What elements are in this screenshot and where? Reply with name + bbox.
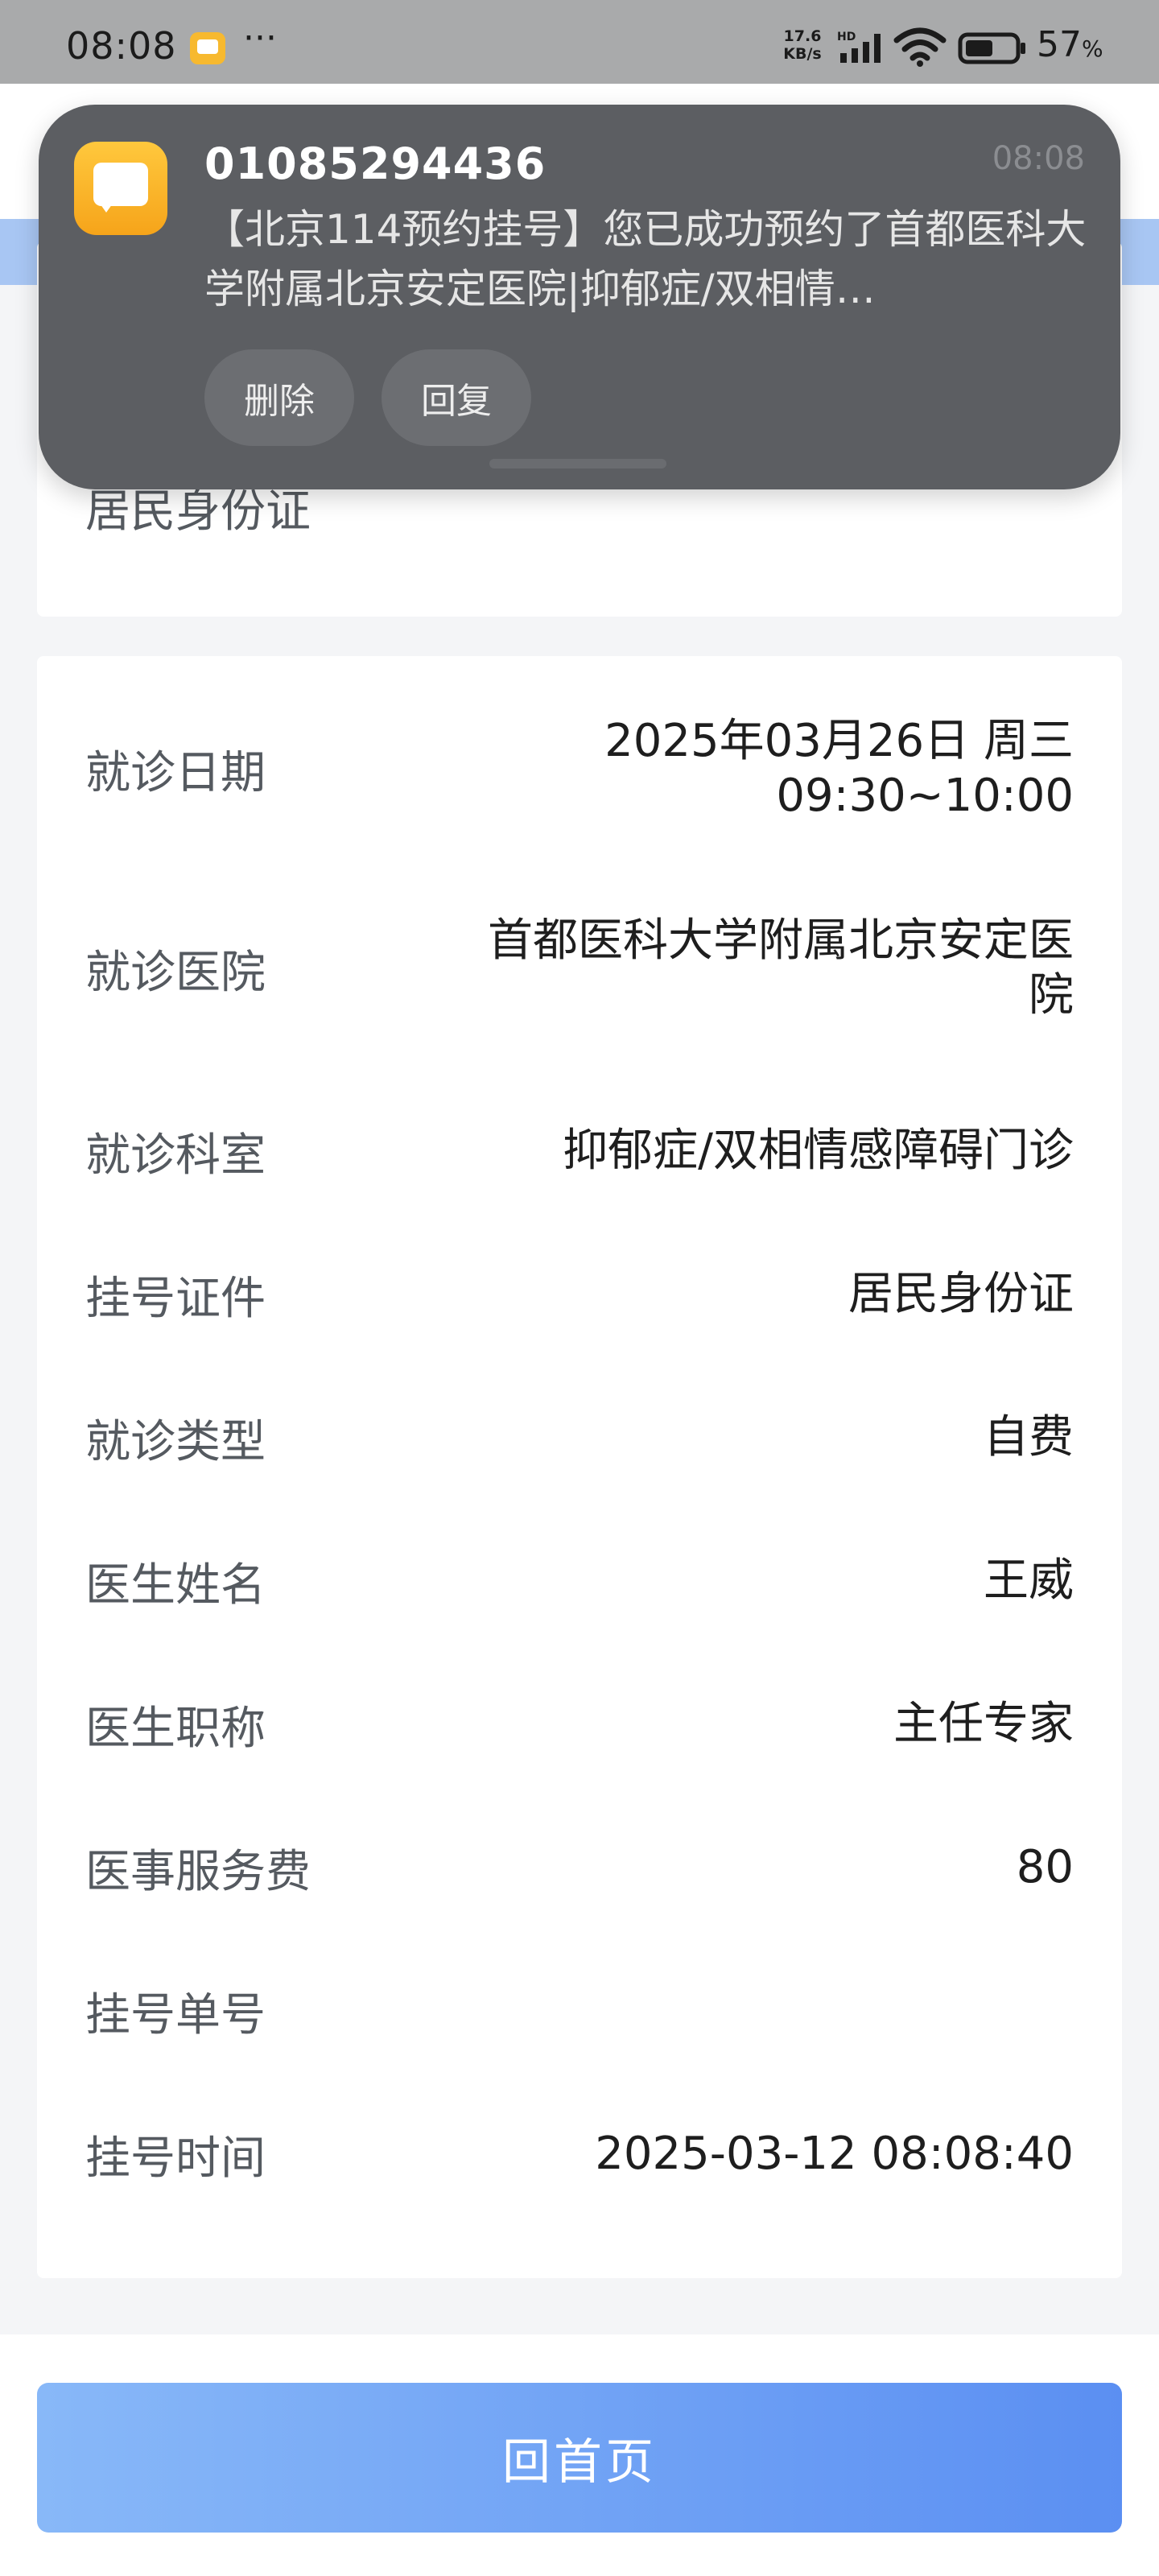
messages-app-icon xyxy=(74,142,167,235)
hospital-value: 首都医科大学附属北京安定医院 xyxy=(488,914,1074,1022)
appointment-details-card: 就诊日期 2025年03月26日 周三 09:30~10:00 就诊医院 首都医… xyxy=(37,656,1122,2278)
order-number-label: 挂号单号 xyxy=(85,1988,266,2041)
detail-row-order-number: 挂号单号 xyxy=(85,1975,1074,2047)
notification-sender: 01085294436 xyxy=(204,138,547,189)
battery-percent-sign: % xyxy=(1082,35,1103,62)
department-value: 抑郁症/双相情感障碍门诊 xyxy=(563,1125,1074,1177)
detail-row-visit-date: 就诊日期 2025年03月26日 周三 09:30~10:00 xyxy=(85,714,1074,824)
id-row: 居民身份证 xyxy=(85,483,1074,538)
notification-time: 08:08 xyxy=(992,140,1085,177)
doctor-title-value: 主任专家 xyxy=(893,1698,1074,1750)
battery-percent: 57% xyxy=(1037,24,1103,65)
network-tag: HD xyxy=(837,31,856,43)
back-to-home-button[interactable]: 回首页 xyxy=(37,2383,1122,2533)
service-fee-label: 医事服务费 xyxy=(85,1845,311,1898)
network-speed-unit: KB/s xyxy=(783,45,822,63)
status-time: 08:08 xyxy=(66,24,177,68)
notification-reply-button[interactable]: 回复 xyxy=(382,349,531,446)
status-bar: 08:08 ··· 17.6 KB/s HD 57% xyxy=(0,0,1159,84)
wifi-icon xyxy=(893,27,947,67)
detail-row-visit-type: 就诊类型 自费 xyxy=(85,1402,1074,1474)
battery-percent-value: 57 xyxy=(1037,24,1082,65)
more-notifications-icon: ··· xyxy=(243,18,277,59)
appointment-detail-page: 08:08 ··· 17.6 KB/s HD 57% ‹ xyxy=(0,0,1159,2576)
detail-row-service-fee: 医事服务费 80 xyxy=(85,1831,1074,1904)
network-speed: 17.6 KB/s xyxy=(774,27,831,63)
id-document-label: 挂号证件 xyxy=(85,1272,266,1325)
doctor-name-value: 王威 xyxy=(984,1554,1074,1607)
battery-icon xyxy=(958,32,1025,64)
visit-type-label: 就诊类型 xyxy=(85,1415,266,1468)
visit-type-value: 自费 xyxy=(984,1411,1074,1463)
notification-drag-handle[interactable] xyxy=(489,459,666,469)
doctor-name-label: 医生姓名 xyxy=(85,1558,266,1612)
network-speed-value: 17.6 xyxy=(783,27,822,45)
detail-row-department: 就诊科室 抑郁症/双相情感障碍门诊 xyxy=(85,1115,1074,1187)
visit-date-value: 2025年03月26日 周三 09:30~10:00 xyxy=(604,715,1074,822)
service-fee-value: 80 xyxy=(1016,1841,1074,1893)
signal-icon: HD xyxy=(837,31,881,63)
detail-row-booking-time: 挂号时间 2025-03-12 08:08:40 xyxy=(85,2118,1074,2190)
detail-row-doctor-name: 医生姓名 王威 xyxy=(85,1545,1074,1617)
detail-row-doctor-title: 医生职称 主任专家 xyxy=(85,1688,1074,1761)
battery-level-fill xyxy=(966,40,992,56)
booking-time-label: 挂号时间 xyxy=(85,2132,266,2185)
booking-time-value: 2025-03-12 08:08:40 xyxy=(595,2128,1074,2180)
doctor-title-label: 医生职称 xyxy=(85,1702,266,1755)
message-notification-icon xyxy=(190,32,225,64)
id-document-value: 居民身份证 xyxy=(848,1268,1074,1320)
sms-notification-banner[interactable]: 01085294436 08:08 【北京114预约挂号】您已成功预约了首都医科… xyxy=(39,105,1120,489)
detail-row-hospital: 就诊医院 首都医科大学附属北京安定医院 xyxy=(85,914,1074,1023)
detail-row-id-document: 挂号证件 居民身份证 xyxy=(85,1258,1074,1331)
notification-body: 【北京114预约挂号】您已成功预约了首都医科大学附属北京安定医院|抑郁症/双相情… xyxy=(204,206,1087,312)
visit-date-label: 就诊日期 xyxy=(85,746,266,799)
hospital-label: 就诊医院 xyxy=(85,946,266,999)
notification-delete-button[interactable]: 删除 xyxy=(204,349,354,446)
department-label: 就诊科室 xyxy=(85,1129,266,1182)
